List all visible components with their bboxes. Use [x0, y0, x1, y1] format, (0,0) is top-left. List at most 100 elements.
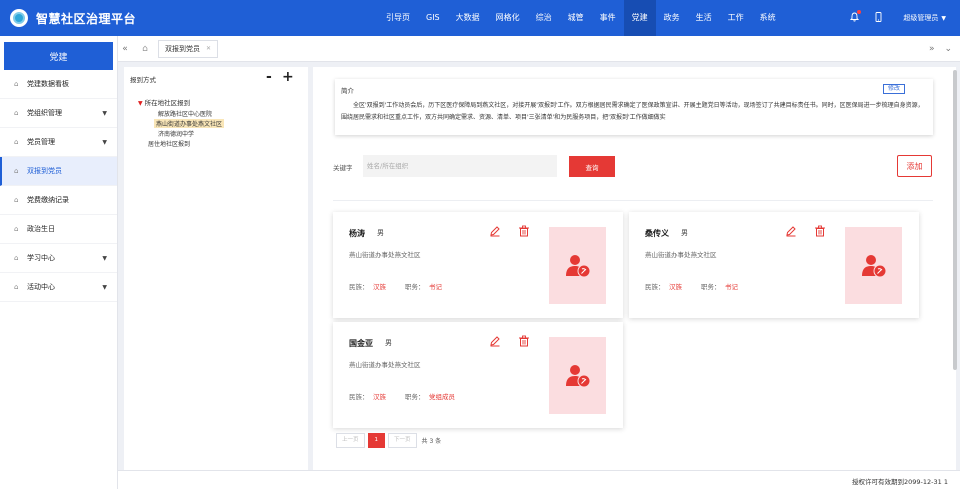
trash-icon[interactable]: [518, 335, 530, 347]
double-chevron-right-icon[interactable]: »: [929, 44, 935, 54]
sidebar-header: 党建: [4, 42, 113, 70]
member-card: 国金亚 男 燕山街道办事处燕文社区 民族： 汉族 职务： 党组成员: [333, 322, 623, 428]
intro-title: 简介: [341, 87, 354, 95]
chevron-down-icon[interactable]: ⌄: [944, 44, 952, 54]
topnav-item-urban[interactable]: 城管: [560, 0, 592, 36]
tree-panel: 报到方式 - + ▼ 所在地社区报到 解放路社区中心医院 燕山街道办事处燕文社区 …: [124, 67, 308, 470]
sidebar-item-member-manage[interactable]: ⌂ 党员管理 ▼: [0, 128, 117, 157]
double-chevron-left-icon[interactable]: «: [118, 44, 132, 54]
member-photo: [549, 337, 606, 414]
tree-node-hospital[interactable]: 解放路社区中心医院: [158, 109, 212, 118]
main-panel: 简介 修改 全区'双报到'工作动员会后，历下区医疗保障局到燕文社区，对接开展'双…: [313, 67, 956, 470]
tab-strip: « ⌂ 双报到党员 ✕ » ⌄: [118, 36, 960, 62]
member-gender: 男: [377, 229, 384, 237]
member-photo: [845, 227, 902, 304]
trash-icon[interactable]: [814, 225, 826, 237]
ethnicity-label: 民族：: [349, 393, 369, 401]
party-member-avatar-icon: [565, 254, 590, 277]
scrollbar[interactable]: [953, 70, 957, 370]
topnav-item-grid[interactable]: 网格化: [488, 0, 528, 36]
top-nav: 引导页 GIS 大数据 网格化 综治 城管 事件 党建 政务 生活 工作 系统: [378, 0, 784, 36]
home-icon: ⌂: [14, 109, 19, 117]
home-icon: ⌂: [14, 167, 19, 175]
sidebar-item-double-report[interactable]: ⌂ 双报到党员: [0, 157, 117, 186]
topnav-item-party[interactable]: 党建: [623, 0, 656, 36]
topnav-item-guide[interactable]: 引导页: [378, 0, 418, 36]
add-button[interactable]: 添加: [897, 155, 932, 177]
sidebar-item-learning[interactable]: ⌂ 学习中心 ▼: [0, 244, 117, 273]
position-label: 职务：: [701, 283, 721, 291]
home-icon: ⌂: [14, 196, 19, 204]
edit-intro-button[interactable]: 修改: [882, 84, 905, 94]
top-bar: 智慧社区治理平台 引导页 GIS 大数据 网格化 综治 城管 事件 党建 政务 …: [0, 0, 960, 36]
page-1-button[interactable]: 1: [367, 433, 386, 448]
caret-down-icon: ▼: [102, 254, 107, 262]
expand-tree-button[interactable]: +: [282, 69, 294, 85]
query-button[interactable]: 查询: [569, 156, 615, 177]
ethnicity-label: 民族：: [645, 283, 665, 291]
prev-page-button[interactable]: 上一页: [336, 433, 365, 448]
topnav-item-system[interactable]: 系统: [752, 0, 784, 36]
tree-title: 报到方式: [130, 76, 156, 84]
topnav-item-life[interactable]: 生活: [688, 0, 720, 36]
tree-node-root[interactable]: ▼ 所在地社区报到: [138, 97, 190, 107]
license-text: 授权许可有效期到2099-12-31 1: [852, 478, 948, 486]
caret-down-icon[interactable]: ▼: [138, 100, 143, 107]
close-icon[interactable]: ✕: [206, 40, 211, 58]
member-name: 桑传义: [645, 229, 669, 238]
next-page-button[interactable]: 下一页: [388, 433, 417, 448]
topnav-item-bigdata[interactable]: 大数据: [448, 0, 488, 36]
trash-icon[interactable]: [518, 225, 530, 237]
member-ethnicity: 汉族: [373, 393, 386, 401]
caret-down-icon[interactable]: ▼: [941, 15, 946, 22]
caret-down-icon: ▼: [102, 109, 107, 117]
tree-node-residence[interactable]: 居住地社区报到: [148, 139, 190, 148]
tree-node-school[interactable]: 济南德润中学: [158, 129, 194, 138]
home-icon: ⌂: [14, 80, 19, 88]
keyword-input[interactable]: [363, 155, 557, 177]
footer: 授权许可有效期到2099-12-31 1: [118, 470, 960, 489]
keyword-label: 关键字: [333, 164, 353, 172]
sidebar-item-activities[interactable]: ⌂ 活动中心 ▼: [0, 273, 117, 302]
intro-card: 简介 修改 全区'双报到'工作动员会后，历下区医疗保障局到燕文社区，对接开展'双…: [335, 79, 933, 135]
member-name: 杨涛: [349, 229, 365, 238]
member-position: 书记: [429, 283, 442, 291]
home-icon: ⌂: [14, 283, 19, 291]
intro-text: 全区'双报到'工作动员会后，历下区医疗保障局到燕文社区，对接开展'双报到'工作。…: [341, 102, 924, 121]
edit-icon[interactable]: [489, 335, 501, 347]
topnav-item-work[interactable]: 工作: [720, 0, 752, 36]
sidebar-item-dashboard[interactable]: ⌂ 党建数据看板: [0, 70, 117, 99]
member-ethnicity: 汉族: [669, 283, 682, 291]
member-ethnicity: 汉族: [373, 283, 386, 291]
edit-icon[interactable]: [785, 225, 797, 237]
member-gender: 男: [681, 229, 688, 237]
member-position: 书记: [725, 283, 738, 291]
sidebar-item-dues[interactable]: ⌂ 党费缴纳记录: [0, 186, 117, 215]
member-position: 党组成员: [429, 393, 455, 401]
topnav-item-government[interactable]: 政务: [656, 0, 688, 36]
sidebar-item-political-birthday[interactable]: ⌂ 政治生日: [0, 215, 117, 244]
member-card: 桑传义 男 燕山街道办事处燕文社区 民族： 汉族 职务： 书记: [629, 212, 919, 318]
member-gender: 男: [385, 339, 392, 347]
topnav-item-events[interactable]: 事件: [592, 0, 624, 36]
home-icon[interactable]: ⌂: [136, 44, 154, 54]
collapse-tree-button[interactable]: -: [266, 69, 272, 85]
home-icon: ⌂: [14, 225, 19, 233]
edit-icon[interactable]: [489, 225, 501, 237]
topnav-item-gis[interactable]: GIS: [418, 0, 448, 36]
tree-node-yanwen[interactable]: 燕山街道办事处燕文社区: [154, 119, 225, 128]
mobile-icon[interactable]: [871, 11, 885, 25]
topnav-item-governance[interactable]: 综治: [528, 0, 560, 36]
caret-down-icon: ▼: [102, 138, 107, 146]
pagination: 上一页 1 下一页 共 3 条: [336, 433, 441, 448]
member-org: 燕山街道办事处燕文社区: [349, 251, 421, 259]
party-member-avatar-icon: [861, 254, 886, 277]
user-menu[interactable]: 超级管理员: [903, 13, 938, 23]
app-title: 智慧社区治理平台: [36, 11, 137, 26]
home-icon: ⌂: [14, 254, 19, 262]
sidebar-item-org-manage[interactable]: ⌂ 党组织管理 ▼: [0, 99, 117, 128]
member-name: 国金亚: [349, 339, 373, 348]
tab-double-report[interactable]: 双报到党员 ✕: [158, 39, 219, 58]
bell-icon[interactable]: [847, 9, 862, 25]
sidebar: 党建 ⌂ 党建数据看板 ⌂ 党组织管理 ▼ ⌂ 党员管理 ▼ ⌂ 双报到党员 ⌂ 党费缴纳记录…: [0, 36, 118, 489]
